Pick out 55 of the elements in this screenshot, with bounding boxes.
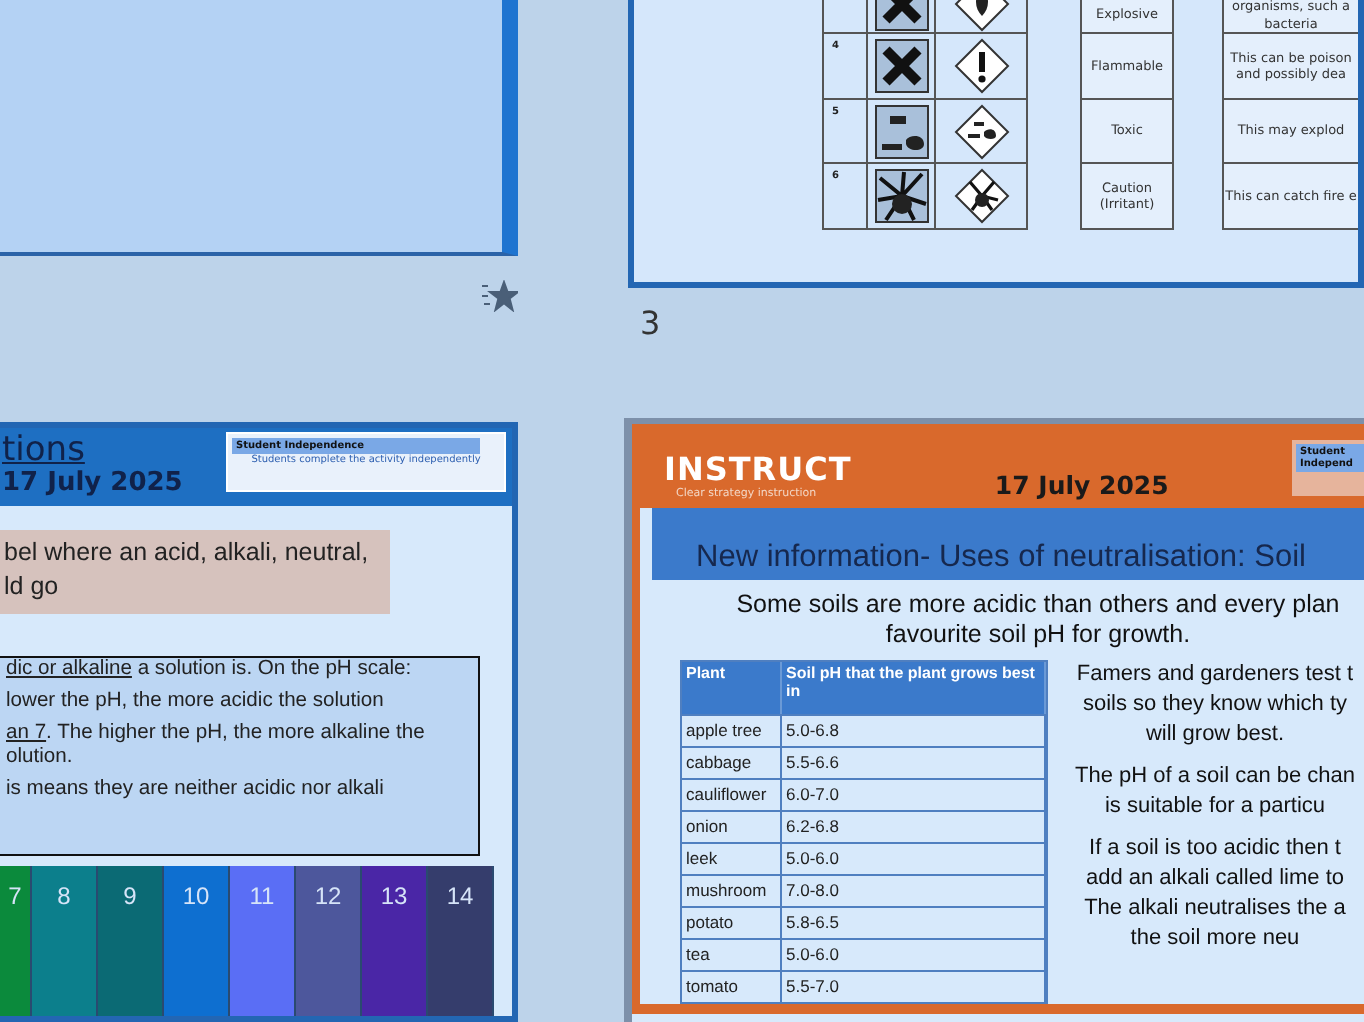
table-cell: 6.0-7.0 [782,778,1046,810]
table-cell: 5.0-6.8 [782,714,1046,746]
hazard-symbol-icon [873,103,929,159]
table-cell: cabbage [682,746,782,778]
table-cell: mushroom [682,874,782,906]
body-paragraph: If a soil is too acidic then t add an alkali called lime to The alkali neutralises the a the soil more neu [1082,834,1348,954]
body-paragraph: Famers and gardeners test t soils so they know which ty will grow best. [1074,660,1356,750]
number-cell [822,0,866,34]
ph-scale-cell: 14 [428,865,494,1016]
table-cell: tomato [682,970,782,1002]
info-paragraph: an 7. The higher the pH, the more alkaline the olution. [6,721,427,770]
hazard-symbol-icon [953,103,1009,159]
intro-text: Some soils are more acidic than others and every plan favourite soil pH for growth. [734,590,1342,650]
hazard-symbol-icon [873,38,929,94]
hazard-symbol-icon [873,168,929,224]
slide-title: New information- Uses of neutralisation: Soil [696,540,1306,576]
slide-heading: INSTRUCT [664,452,854,488]
ph-scale-cell: 9 [98,865,164,1016]
task-text: ld go [4,569,61,604]
table-cell: 5.5-7.0 [782,970,1046,1002]
table-cell: tea [682,938,782,970]
hazard-symbol-icon [953,168,1009,224]
table-cell: 7.0-8.0 [782,874,1046,906]
ph-scale-cell: 13 [362,865,428,1016]
table-cell: 5.5-6.6 [782,746,1046,778]
info-paragraph: dic or alkaline a solution is. On the pH scale: [6,657,414,682]
table-header: Plant [682,662,782,714]
animation-star-icon [482,280,518,312]
table-cell: cauliflower [682,778,782,810]
hazard-symbol-icon [953,38,1009,94]
table-cell: 5.0-6.0 [782,842,1046,874]
table-header: Soil pH that the plant grows best in [782,662,1046,714]
info-paragraph: lower the pH, the more acidic the solution [6,689,386,714]
table-cell: onion [682,810,782,842]
slide-thumbnail[interactable] [0,422,518,1022]
slide-thumbnail[interactable] [0,0,518,256]
table-cell: apple tree [682,714,782,746]
ph-scale-cell: 8 [32,865,98,1016]
slide-date: 17 July 2025 [994,472,1171,500]
ph-scale-cell: 12 [296,865,362,1016]
table-cell: 6.2-6.8 [782,810,1046,842]
slide-thumbnail[interactable] [624,418,1364,1022]
info-paragraph: is means they are neither acidic nor alkali [6,777,386,802]
slide-number: 3 [638,302,663,342]
table-cell: 5.0-6.0 [782,938,1046,970]
table-cell: leek [682,842,782,874]
slide-title: tions [2,432,87,468]
body-paragraph: The pH of a soil can be chan is suitable for a particu [1072,762,1358,822]
ph-scale-cell: 11 [230,865,296,1016]
table-cell: potato [682,906,782,938]
ph-scale-cell: 10 [164,865,230,1016]
table-cell: 5.8-6.5 [782,906,1046,938]
slide-date: 17 July 2025 [2,468,183,500]
task-text: bel where an acid, alkali, neutral, [4,535,371,570]
ph-scale-cell: 7 [0,865,32,1016]
